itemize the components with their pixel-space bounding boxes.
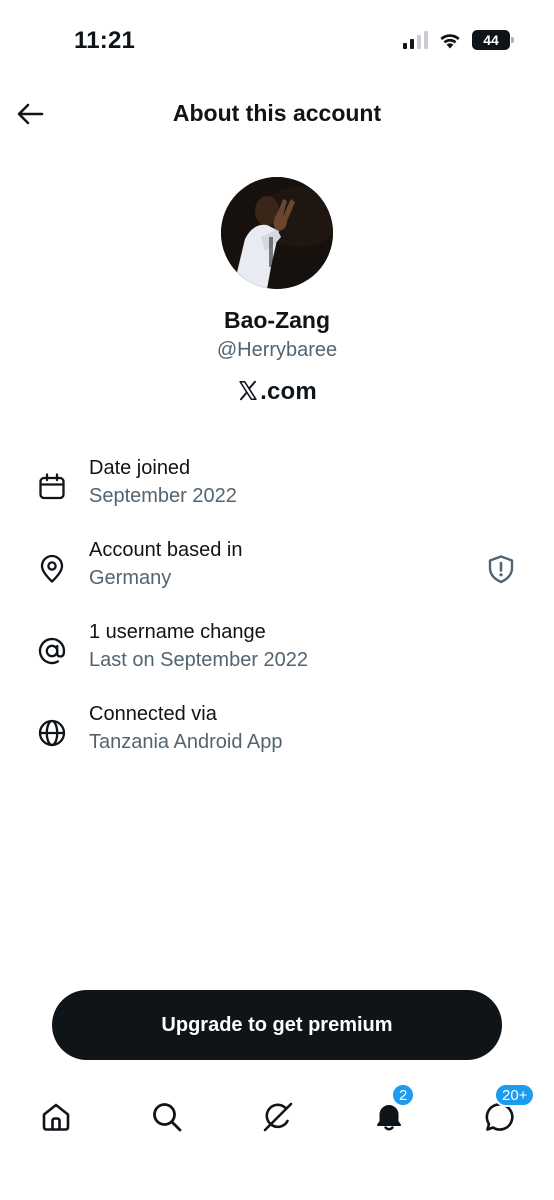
x-logo-icon bbox=[239, 380, 257, 401]
avatar-photo bbox=[221, 177, 333, 289]
nav-grok[interactable] bbox=[256, 1095, 300, 1139]
info-title: 1 username change bbox=[89, 621, 266, 643]
info-subtitle: September 2022 bbox=[89, 485, 237, 507]
at-sign-icon bbox=[36, 635, 68, 667]
avatar[interactable] bbox=[221, 177, 333, 289]
globe-icon bbox=[36, 717, 68, 749]
site-domain: .com bbox=[260, 378, 317, 405]
page-title: About this account bbox=[172, 100, 382, 126]
status-bar: 11:21 44 bbox=[0, 0, 554, 80]
shield-alert-icon[interactable] bbox=[486, 554, 516, 584]
info-row-account-based-in: Account based in Germany bbox=[0, 539, 554, 609]
info-title: Connected via bbox=[89, 703, 217, 725]
battery-icon: 44 bbox=[472, 30, 514, 50]
bottom-nav: 2 20+ bbox=[0, 1083, 554, 1155]
info-row-date-joined: Date joined September 2022 bbox=[0, 457, 554, 527]
display-name: Bao-Zang bbox=[223, 307, 331, 333]
info-subtitle: Last on September 2022 bbox=[89, 649, 309, 671]
nav-home[interactable] bbox=[34, 1095, 78, 1139]
info-row-connected-via: Connected via Tanzania Android App bbox=[0, 703, 554, 773]
wifi-icon bbox=[440, 34, 460, 49]
nav-messages[interactable]: 20+ bbox=[478, 1083, 536, 1139]
user-handle: @Herrybaree bbox=[216, 339, 338, 361]
grok-icon bbox=[263, 1102, 293, 1132]
status-time: 11:21 bbox=[74, 27, 136, 54]
nav-notifications[interactable]: 2 bbox=[367, 1083, 416, 1139]
cellular-signal-icon bbox=[403, 31, 428, 49]
notifications-badge: 2 bbox=[391, 1083, 416, 1107]
home-icon bbox=[42, 1103, 70, 1131]
location-pin-icon bbox=[36, 553, 68, 585]
site-label: .com bbox=[0, 378, 554, 406]
calendar-icon bbox=[36, 471, 68, 503]
nav-search[interactable] bbox=[145, 1095, 189, 1139]
info-row-username-change: 1 username change Last on September 2022 bbox=[0, 621, 554, 691]
info-title: Account based in bbox=[89, 539, 243, 561]
search-icon bbox=[153, 1103, 182, 1132]
upgrade-premium-button[interactable]: Upgrade to get premium bbox=[52, 990, 502, 1060]
info-title: Date joined bbox=[89, 457, 191, 479]
status-icons: 44 bbox=[403, 30, 514, 50]
messages-badge: 20+ bbox=[494, 1083, 536, 1107]
info-subtitle: Germany bbox=[89, 567, 172, 589]
header: About this account bbox=[0, 88, 554, 144]
info-subtitle: Tanzania Android App bbox=[89, 731, 283, 753]
